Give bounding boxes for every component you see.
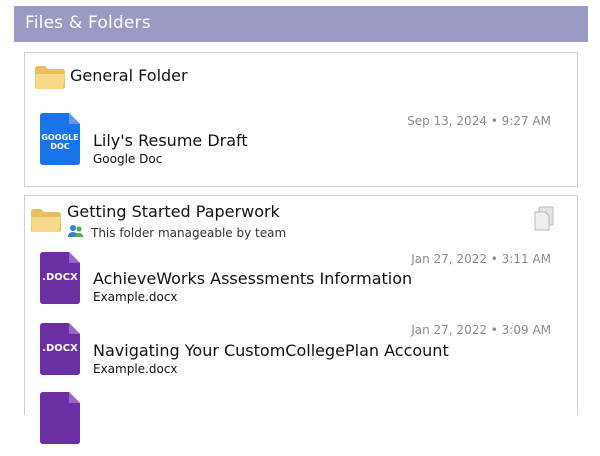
file-row[interactable]: .DOCX Navigating Your CustomCollegePlan …: [25, 321, 577, 385]
doc-label: .DOCX: [42, 343, 78, 354]
folder-title[interactable]: General Folder: [70, 66, 188, 85]
doc-label: GOOGLE DOC: [41, 133, 79, 151]
folder-panel-general: General Folder GOOGLE DOC Lily's Resume D…: [24, 52, 578, 187]
file-type: Example.docx: [93, 290, 178, 304]
file-row[interactable]: .DOCX AchieveWorks Assessments Informati…: [25, 248, 577, 312]
file-type: Example.docx: [93, 362, 178, 376]
files-folders-header: Files & Folders: [14, 6, 588, 42]
file-row[interactable]: GOOGLE DOC Lily's Resume Draft Google Doc…: [25, 109, 577, 173]
file-timestamp: Sep 13, 2024 • 9:27 AM: [407, 114, 551, 128]
file-timestamp: Jan 27, 2022 • 3:11 AM: [411, 252, 551, 266]
folder-icon: [31, 209, 61, 232]
doc-label: .DOCX: [42, 272, 78, 283]
folder-title[interactable]: Getting Started Paperwork: [67, 202, 280, 221]
file-name[interactable]: AchieveWorks Assessments Information: [93, 269, 412, 288]
file-row[interactable]: [25, 392, 577, 456]
team-note: This folder manageable by team: [91, 226, 287, 240]
file-name[interactable]: Lily's Resume Draft: [93, 131, 248, 150]
team-icon: [68, 225, 83, 237]
docx-file-icon: .DOCX: [40, 252, 80, 304]
file-name[interactable]: Navigating Your CustomCollegePlan Accoun…: [93, 341, 449, 360]
header-title: Files & Folders: [25, 13, 151, 33]
docx-file-icon: .DOCX: [40, 323, 80, 375]
file-timestamp: Jan 27, 2022 • 3:09 AM: [411, 323, 551, 337]
google-doc-icon: GOOGLE DOC: [40, 113, 80, 165]
file-type: Google Doc: [93, 152, 163, 166]
folder-panel-getting-started: Getting Started Paperwork This folder ma…: [24, 195, 578, 444]
copy-icon[interactable]: [533, 206, 555, 232]
folder-icon: [35, 66, 65, 89]
